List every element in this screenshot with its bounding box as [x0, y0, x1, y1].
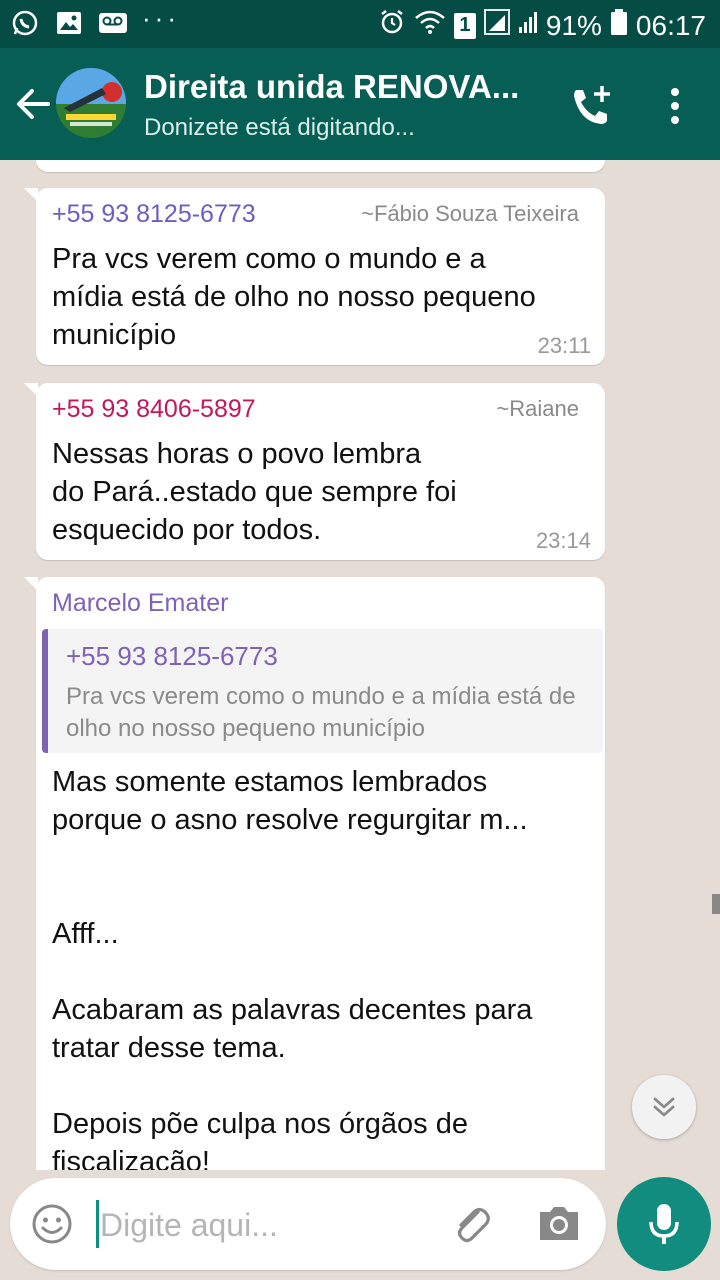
- more-vert-icon: [671, 88, 679, 124]
- message-list[interactable]: +55 93 8125-6773 ~Fábio Souza Teixeira P…: [0, 160, 720, 1170]
- message-time: 23:14: [535, 528, 591, 553]
- message-text: Nessas horas o povo lembra do Pará..esta…: [52, 438, 457, 546]
- paperclip-icon: [457, 1207, 490, 1243]
- battery-percent: 91%: [545, 9, 602, 41]
- back-arrow-icon: [17, 89, 50, 119]
- sender-alias: ~Fábio Souza Teixeira: [361, 201, 579, 226]
- scroll-to-bottom-button[interactable]: [632, 1075, 696, 1139]
- camera-icon: [540, 1207, 578, 1240]
- double-chevron-down-icon: [653, 1097, 675, 1117]
- alarm-icon: [378, 8, 406, 43]
- voicemail-icon: [98, 8, 128, 38]
- typing-status: Donizete está digitando...: [144, 114, 415, 141]
- bubble-tail: [24, 188, 38, 202]
- wifi-icon: [414, 9, 446, 42]
- sim-badge: 1: [453, 12, 476, 39]
- microphone-icon: [649, 1204, 679, 1244]
- group-photo-icon: [56, 68, 126, 138]
- message-time: 23:11: [537, 333, 591, 358]
- message-sender[interactable]: +55 93 8406-5897: [52, 395, 256, 424]
- whatsapp-icon: [10, 8, 40, 38]
- back-button[interactable]: [12, 82, 56, 126]
- camera-button[interactable]: [536, 1202, 582, 1246]
- emoji-button[interactable]: [30, 1202, 74, 1246]
- notification-icons: ···: [10, 3, 180, 38]
- message-composer: [10, 1178, 606, 1270]
- add-call-icon: [574, 86, 610, 124]
- scrollbar-thumb[interactable]: [712, 894, 720, 914]
- message-bubble[interactable]: +55 93 8406-5897 ~Raiane Nessas horas o …: [24, 383, 605, 560]
- signal-bars-icon: [518, 9, 538, 42]
- clock: 06:17: [635, 9, 706, 41]
- sender-alias: ~Raiane: [496, 396, 579, 421]
- message-sender[interactable]: Marcelo Emater: [52, 589, 228, 618]
- message-bubble-partial[interactable]: [36, 160, 605, 172]
- emoji-icon: [32, 1204, 72, 1244]
- system-indicators: 1 91% 06:17: [378, 8, 706, 43]
- image-icon: [54, 8, 84, 38]
- status-bar: ··· 1 91% 06:17: [0, 0, 720, 48]
- overflow-menu-button[interactable]: [660, 84, 690, 128]
- voice-record-button[interactable]: [617, 1177, 711, 1271]
- bubble-tail: [24, 577, 38, 591]
- attach-button[interactable]: [448, 1200, 496, 1248]
- message-text: Pra vcs verem como o mundo e a mídia est…: [52, 243, 536, 351]
- message-text: Mas somente estamos lembrados porque o a…: [52, 766, 533, 1170]
- chat-title[interactable]: Direita unida RENOVA...: [144, 68, 519, 106]
- quoted-text: Pra vcs verem como o mundo e a mídia est…: [66, 683, 576, 742]
- bubble-tail: [24, 383, 38, 397]
- signal-icon: [483, 9, 510, 42]
- message-input[interactable]: [98, 1200, 442, 1250]
- message-bubble[interactable]: Marcelo Emater +55 93 8125-6773 Pra vcs …: [24, 577, 605, 1170]
- group-avatar[interactable]: [56, 68, 126, 138]
- more-notifications-icon: ···: [142, 2, 180, 33]
- battery-icon: [610, 8, 628, 43]
- message-sender[interactable]: +55 93 8125-6773: [52, 200, 256, 229]
- chat-header: Direita unida RENOVA... Donizete está di…: [0, 48, 720, 160]
- message-bubble[interactable]: +55 93 8125-6773 ~Fábio Souza Teixeira P…: [24, 188, 605, 365]
- add-call-button[interactable]: [568, 84, 616, 128]
- quoted-sender: +55 93 8125-6773: [66, 641, 278, 671]
- quoted-message[interactable]: +55 93 8125-6773 Pra vcs verem como o mu…: [42, 629, 603, 753]
